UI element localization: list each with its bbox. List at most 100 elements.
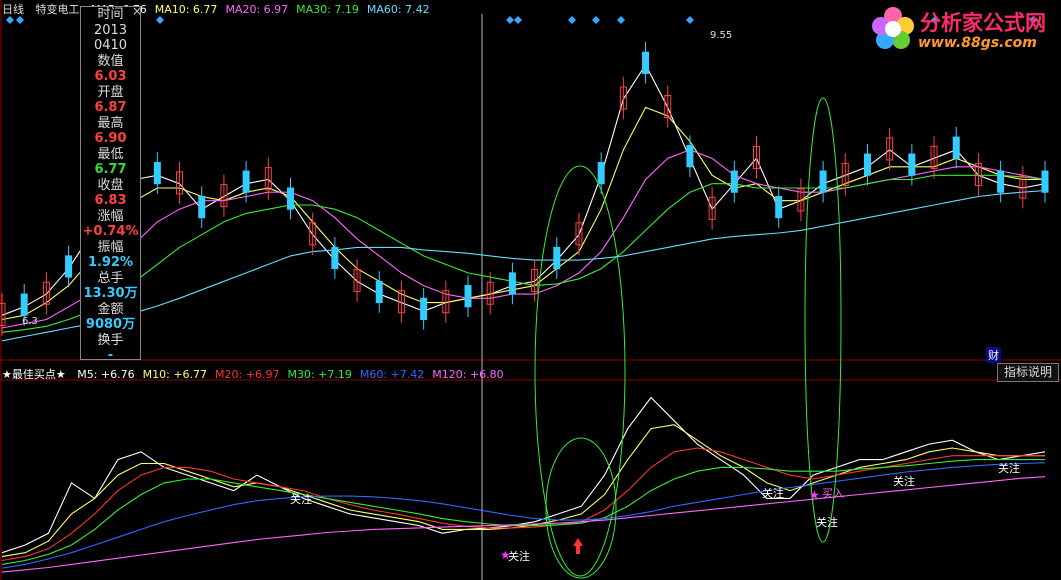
- signal-diamond-1: [16, 16, 24, 24]
- high-price-label: 9.55: [710, 30, 732, 41]
- signal-diamond-4: [514, 16, 522, 24]
- indicator-series-M20: [1, 447, 1045, 562]
- signal-label-6: 关注: [998, 461, 1020, 475]
- candle-body: [331, 246, 339, 270]
- info-panel: × 时间 2013 0410 数值 6.03 开盘 6.87 最高 6.90 最低 6.77 收盘 6.…: [80, 4, 142, 363]
- logo-url[interactable]: www.88gs.com: [918, 35, 1037, 51]
- info-row-2: 0410: [93, 38, 128, 53]
- candle-body: [65, 255, 73, 278]
- indicator-series-M5: [1, 396, 1046, 554]
- info-row-5: 开盘: [97, 84, 124, 100]
- close-icon[interactable]: ×: [132, 4, 142, 20]
- candle-body: [20, 293, 28, 316]
- info-row-9: 最低: [97, 146, 124, 162]
- axis-marker: 财: [986, 347, 1001, 363]
- candle-body: [420, 297, 428, 321]
- candle-body: [286, 187, 294, 210]
- signal-label-0: 关注: [290, 492, 312, 506]
- info-row-12: 6.83: [94, 193, 127, 208]
- info-row-11: 收盘: [97, 177, 124, 193]
- buy-arrow-icon: [573, 538, 583, 554]
- indicator-legend-item-5: M120: +6.80: [432, 368, 504, 381]
- ma-legend-item-4: MA60: 7.42: [366, 3, 430, 16]
- signal-diamond-0: [6, 16, 14, 24]
- indicator-name[interactable]: ★最佳买点★: [2, 368, 66, 381]
- info-row-6: 6.87: [94, 100, 127, 115]
- candle-body: [952, 136, 960, 159]
- indicator-legend-item-2: M20: +6.97: [215, 368, 280, 381]
- indicator-help-button[interactable]: 指标说明: [997, 363, 1059, 382]
- candle-body: [553, 246, 561, 270]
- low-price-label: 6.3: [22, 316, 38, 327]
- star-marker-2: ★: [809, 488, 820, 502]
- info-row-13: 涨幅: [97, 208, 124, 224]
- signal-diamond-8: [686, 16, 694, 24]
- signal-diamond-5: [568, 16, 576, 24]
- candle-body: [198, 195, 206, 219]
- info-row-22: -: [107, 348, 114, 363]
- indicator-legend-item-1: M10: +6.77: [142, 368, 208, 381]
- buy-zone-ellipse-2: [545, 437, 617, 579]
- stock-name[interactable]: 特变电工: [36, 3, 80, 16]
- info-row-20: 9080万: [85, 317, 136, 332]
- site-logo: 分析家公式网 www.88gs.com: [868, 2, 1058, 56]
- ma-legend-item-1: MA10: 6.77: [154, 3, 218, 16]
- star-marker-1: ★: [500, 548, 511, 562]
- price-series-MA30: [1, 174, 1046, 333]
- indicator-series-M10: [1, 424, 1045, 558]
- candle-body: [775, 195, 783, 219]
- info-row-16: 1.92%: [87, 255, 134, 270]
- candle-body: [997, 170, 1005, 193]
- indicator-header: ★最佳买点★ M5: +6.76 M10: +6.77 M20: +6.97 M30:…: [2, 366, 520, 382]
- signal-label-3: 买入: [822, 487, 844, 500]
- signal-label-2: 关注: [762, 486, 784, 500]
- ma-legend-item-3: MA30: 7.19: [296, 3, 359, 16]
- info-row-8: 6.90: [94, 131, 127, 146]
- signal-diamond-7: [617, 16, 625, 24]
- candle-body: [730, 170, 738, 193]
- indicator-legend-item-0: M5: +6.76: [77, 368, 135, 381]
- chart-canvas: 9.556.3关注关注关注 买入关注关注关注★★: [0, 0, 1061, 580]
- signal-diamond-2: [156, 16, 164, 24]
- candle-body: [1041, 170, 1049, 193]
- info-row-17: 总手: [97, 270, 124, 286]
- signal-diamond-6: [592, 16, 600, 24]
- info-row-1: 2013: [93, 22, 128, 38]
- info-row-3: 数值: [97, 53, 124, 69]
- candle-body: [686, 145, 694, 168]
- info-row-18: 13.30万: [83, 286, 138, 301]
- info-row-7: 最高: [97, 115, 124, 131]
- info-row-19: 金额: [97, 301, 124, 317]
- info-row-10: 6.77: [94, 162, 127, 177]
- flower-logo-icon: [872, 7, 914, 49]
- candle-body: [153, 162, 161, 185]
- candle-body: [375, 280, 383, 304]
- indicator-series-M30: [1, 459, 1045, 565]
- candle-body: [819, 170, 827, 193]
- signal-diamond-3: [506, 16, 514, 24]
- ma-legend-item-2: MA20: 6.97: [225, 3, 289, 16]
- candle-body: [597, 162, 605, 185]
- candle-body: [508, 272, 516, 295]
- price-header: 日线 特变电工 MA5: 6.76MA10: 6.77MA20: 6.97MA3…: [2, 1, 446, 17]
- period-label: 日线: [2, 3, 24, 16]
- info-row-15: 振幅: [97, 239, 124, 255]
- indicator-legend: M5: +6.76 M10: +6.77 M20: +6.97 M30: +7.19 M…: [77, 368, 511, 381]
- info-row-21: 换手: [97, 332, 124, 348]
- ma-legend: MA5: 6.76MA10: 6.77MA20: 6.97MA30: 7.19M…: [91, 3, 438, 16]
- candle-body: [464, 285, 472, 308]
- info-rows: 时间 2013 0410 数值 6.03 开盘 6.87 最高 6.90 最低 6.77 收盘 6.83…: [81, 7, 140, 364]
- info-row-4: 6.03: [94, 69, 127, 84]
- signal-label-4: 关注: [816, 515, 838, 529]
- info-row-14: +0.74%: [82, 224, 139, 239]
- indicator-legend-item-4: M60: +7.42: [359, 368, 425, 381]
- signal-label-1: 关注: [508, 549, 530, 563]
- logo-title: 分析家公式网: [920, 11, 1046, 35]
- indicator-legend-item-3: M30: +7.19: [287, 368, 352, 381]
- candle-body: [863, 153, 871, 176]
- signal-label-5: 关注: [893, 474, 915, 488]
- candle-body: [642, 51, 650, 74]
- candle-body: [242, 170, 250, 193]
- candle-body: [908, 153, 916, 176]
- price-series-MA60: [1, 189, 1046, 342]
